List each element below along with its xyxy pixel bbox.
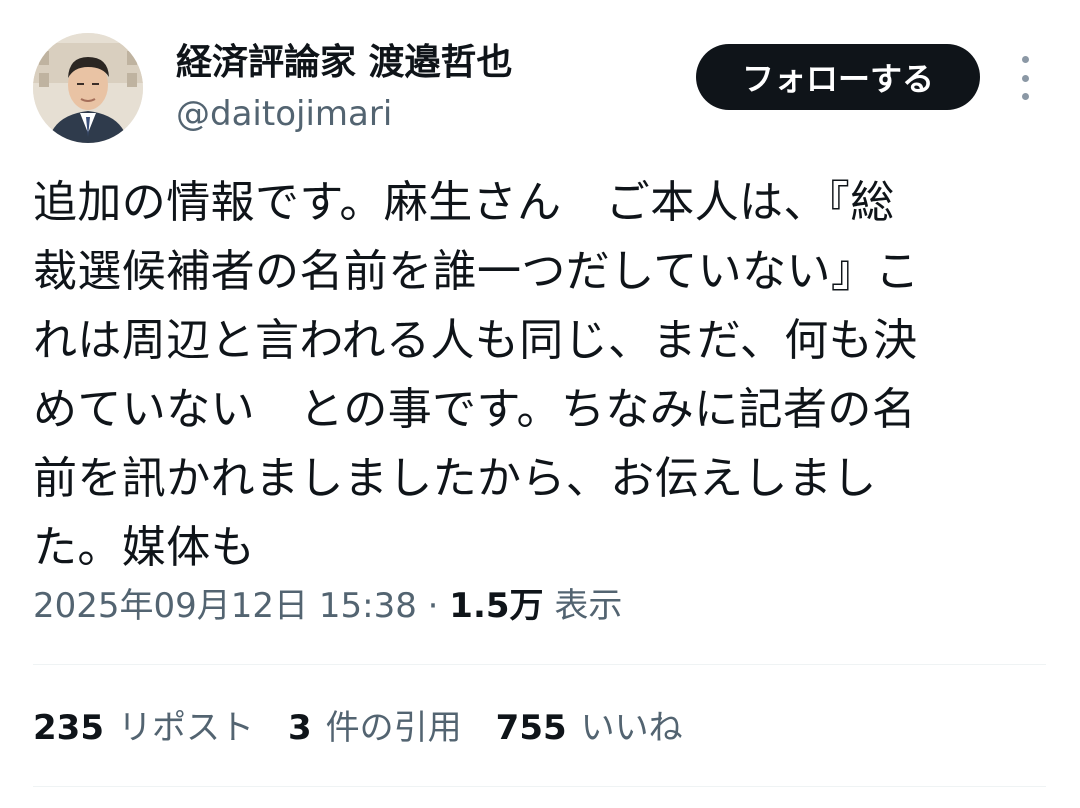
likes-count: 755 bbox=[495, 708, 567, 748]
likes-label: いいね bbox=[580, 708, 683, 748]
quotes-stat[interactable]: 3 件の引用 bbox=[288, 704, 462, 752]
views-count: 1.5万 bbox=[449, 586, 544, 626]
tweet-text-line: 前を訊かれましましたから、お伝えしまし bbox=[33, 453, 877, 504]
more-dot bbox=[1021, 56, 1029, 63]
reposts-label: リポスト bbox=[117, 708, 254, 748]
more-vertical-icon[interactable] bbox=[1010, 56, 1040, 100]
quotes-label: 件の引用 bbox=[325, 708, 462, 748]
more-dot bbox=[1021, 74, 1029, 82]
display-name[interactable]: 経済評論家 渡邉哲也 bbox=[176, 40, 513, 86]
follow-button[interactable]: フォローする bbox=[696, 44, 980, 110]
views-label: 表示 bbox=[554, 586, 623, 626]
more-dot bbox=[1021, 93, 1029, 100]
user-handle[interactable]: @daitojimari bbox=[176, 92, 392, 136]
tweet-text-line: 追加の情報です。麻生さん ご本人は、『総 bbox=[33, 177, 895, 228]
reposts-stat[interactable]: 235 リポスト bbox=[33, 704, 254, 752]
likes-stat[interactable]: 755 いいね bbox=[496, 704, 683, 752]
tweet-text: 追加の情報です。麻生さん ご本人は、『総 裁選候補者の名前を誰一つだしていない』… bbox=[33, 168, 1043, 582]
tweet-text-line: めていない との事です。ちなみに記者の名 bbox=[33, 384, 917, 435]
tweet-text-line: 裁選候補者の名前を誰一つだしていない』こ bbox=[33, 246, 920, 297]
tweet-meta: 2025年09月12日 15:38 · 1.5万 表示 bbox=[33, 582, 622, 630]
reposts-count: 235 bbox=[33, 708, 104, 748]
divider bbox=[33, 664, 1046, 665]
timestamp-link[interactable]: 2025年09月12日 15:38 bbox=[33, 586, 417, 626]
quotes-count: 3 bbox=[287, 708, 312, 748]
tweet-text-line: た。媒体も bbox=[33, 522, 255, 573]
divider bbox=[33, 786, 1046, 787]
tweet-text-line: れは周辺と言われる人も同じ、まだ、何も決 bbox=[33, 315, 918, 366]
avatar[interactable] bbox=[33, 33, 143, 143]
engagement-stats: 235 リポスト 3 件の引用 755 いいね bbox=[33, 704, 717, 752]
meta-separator: · bbox=[427, 586, 439, 626]
